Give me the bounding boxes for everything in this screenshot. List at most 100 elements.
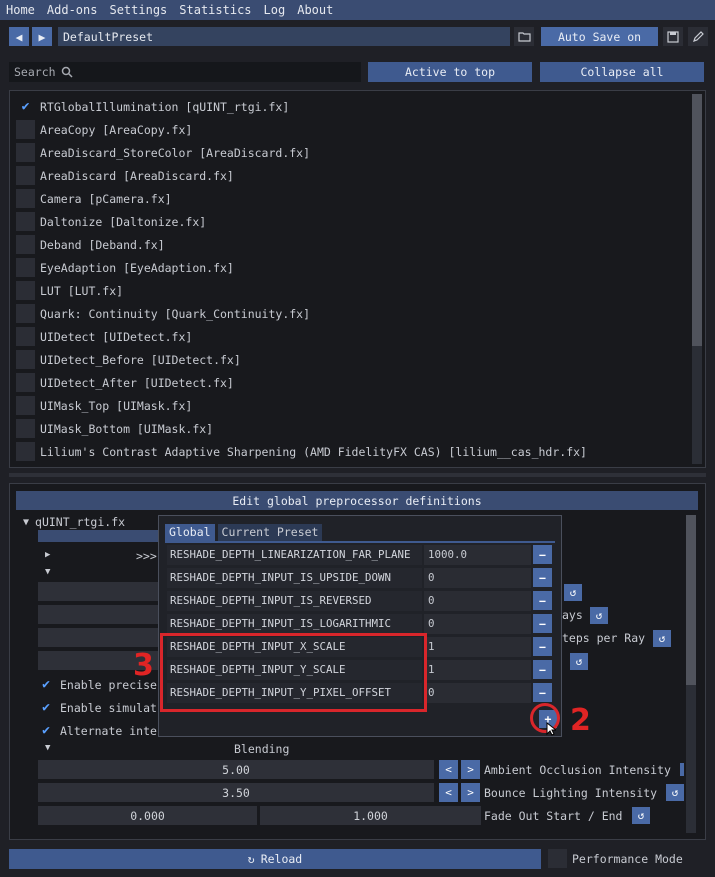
- increase-button[interactable]: >: [461, 760, 480, 779]
- reload-button[interactable]: ↻ Reload: [9, 849, 541, 869]
- remove-definition-button[interactable]: −: [533, 591, 552, 610]
- reset-icon[interactable]: ↺: [590, 607, 608, 624]
- definition-value-input[interactable]: 0: [424, 590, 531, 611]
- effect-list-item[interactable]: UIMask_Bottom [UIMask.fx]: [16, 418, 213, 439]
- effect-list-item[interactable]: Lilium's Contrast Adaptive Sharpening (A…: [16, 441, 587, 462]
- definition-value-input[interactable]: 1: [424, 636, 531, 657]
- alternate-intersection-checkbox[interactable]: ✔ Alternate inte: [38, 720, 157, 741]
- reset-icon[interactable]: ↺: [666, 784, 684, 801]
- active-to-top-button[interactable]: Active to top: [368, 62, 532, 82]
- fade-end-slider[interactable]: 1.000: [260, 806, 481, 825]
- decrease-button[interactable]: <: [439, 760, 458, 779]
- effect-checkbox[interactable]: [16, 327, 35, 346]
- save-icon[interactable]: [663, 27, 683, 46]
- blending-header[interactable]: Blending: [234, 742, 289, 756]
- effect-checkbox[interactable]: [16, 350, 35, 369]
- reset-icon[interactable]: ↺: [564, 584, 582, 601]
- definition-value-input[interactable]: 1000.0: [424, 544, 531, 565]
- definition-name-input[interactable]: RESHADE_DEPTH_INPUT_IS_REVERSED: [167, 590, 422, 611]
- setting-slider[interactable]: [38, 605, 158, 624]
- settings-scrollbar-thumb[interactable]: [686, 515, 696, 685]
- effect-list-item[interactable]: Camera [pCamera.fx]: [16, 188, 172, 209]
- reset-icon[interactable]: ↺: [570, 653, 588, 670]
- definition-name-input[interactable]: RESHADE_DEPTH_INPUT_IS_LOGARITHMIC: [167, 613, 422, 634]
- definition-name-input[interactable]: RESHADE_DEPTH_INPUT_IS_UPSIDE_DOWN: [167, 567, 422, 588]
- collapse-arrow-icon[interactable]: ▼: [45, 567, 50, 577]
- collapse-all-button[interactable]: Collapse all: [540, 62, 704, 82]
- definition-value-input[interactable]: 0: [424, 567, 531, 588]
- blending-arrow-icon[interactable]: ▼: [45, 743, 50, 753]
- remove-definition-button[interactable]: −: [533, 637, 552, 656]
- effect-list-item[interactable]: Quark: Continuity [Quark_Continuity.fx]: [16, 303, 310, 324]
- definition-value-input[interactable]: 1: [424, 659, 531, 680]
- effect-list-item[interactable]: AreaCopy [AreaCopy.fx]: [16, 119, 192, 140]
- menu-item[interactable]: Add-ons: [41, 3, 104, 17]
- effect-checkbox[interactable]: [16, 442, 35, 461]
- remove-definition-button[interactable]: −: [533, 545, 552, 564]
- effect-list-item[interactable]: AreaDiscard_StoreColor [AreaDiscard.fx]: [16, 142, 310, 163]
- setting-slider[interactable]: [38, 628, 158, 647]
- effect-list-item[interactable]: ✔ RTGlobalIllumination [qUINT_rtgi.fx]: [16, 96, 290, 117]
- effect-checkbox[interactable]: [16, 189, 35, 208]
- remove-definition-button[interactable]: −: [533, 660, 552, 679]
- settings-scrollbar[interactable]: [686, 515, 696, 833]
- expand-arrow-icon[interactable]: ▶: [45, 550, 50, 560]
- effects-scrollbar[interactable]: [692, 94, 702, 464]
- folder-icon[interactable]: [514, 27, 534, 46]
- effect-list-item[interactable]: AreaDiscard [AreaDiscard.fx]: [16, 165, 234, 186]
- effect-checkbox[interactable]: [16, 419, 35, 438]
- effect-checkbox[interactable]: [16, 396, 35, 415]
- performance-mode-checkbox[interactable]: [548, 849, 567, 868]
- menu-item[interactable]: Statistics: [173, 3, 257, 17]
- effects-scrollbar-thumb[interactable]: [692, 94, 702, 346]
- definition-value-input[interactable]: 0: [424, 613, 531, 634]
- enable-simulation-checkbox[interactable]: ✔ Enable simulat: [38, 697, 157, 718]
- next-preset-button[interactable]: ▶: [32, 27, 52, 46]
- effect-checkbox[interactable]: [16, 281, 35, 300]
- category-header[interactable]: [38, 530, 158, 542]
- search-input[interactable]: Search: [9, 62, 361, 82]
- tab-global[interactable]: Global: [165, 524, 215, 541]
- prev-preset-button[interactable]: ◀: [9, 27, 29, 46]
- effect-list-item[interactable]: UIDetect_After [UIDetect.fx]: [16, 372, 234, 393]
- definition-value-input[interactable]: 0: [424, 682, 531, 703]
- increase-button[interactable]: >: [461, 783, 480, 802]
- reset-icon[interactable]: ↺: [632, 807, 650, 824]
- effect-list-item[interactable]: Daltonize [Daltonize.fx]: [16, 211, 206, 232]
- menu-item[interactable]: Settings: [103, 3, 173, 17]
- effect-checkbox[interactable]: [16, 373, 35, 392]
- ao-intensity-slider[interactable]: 5.00: [38, 760, 434, 779]
- effect-list-item[interactable]: LUT [LUT.fx]: [16, 280, 123, 301]
- definition-name-input[interactable]: RESHADE_DEPTH_LINEARIZATION_FAR_PLANE: [167, 544, 422, 565]
- preset-path-input[interactable]: DefaultPreset: [58, 27, 510, 46]
- fade-start-slider[interactable]: 0.000: [38, 806, 257, 825]
- setting-slider[interactable]: [38, 582, 158, 601]
- effect-tree-node[interactable]: ▼ qUINT_rtgi.fx: [23, 515, 125, 529]
- effect-list-item[interactable]: UIDetect_Before [UIDetect.fx]: [16, 349, 241, 370]
- reset-icon[interactable]: ↺: [653, 630, 671, 647]
- effect-checkbox[interactable]: [16, 120, 35, 139]
- menu-item[interactable]: Log: [258, 3, 292, 17]
- effect-checkbox[interactable]: [16, 235, 35, 254]
- effect-list-item[interactable]: UIDetect [UIDetect.fx]: [16, 326, 192, 347]
- reset-icon[interactable]: [680, 763, 684, 776]
- edit-icon[interactable]: [688, 27, 708, 46]
- menu-item[interactable]: About: [291, 3, 339, 17]
- splitter[interactable]: [9, 473, 706, 477]
- decrease-button[interactable]: <: [439, 783, 458, 802]
- checkmark-icon[interactable]: ✔: [16, 97, 35, 116]
- remove-definition-button[interactable]: −: [533, 683, 552, 702]
- auto-save-button[interactable]: Auto Save on: [541, 27, 658, 46]
- effect-checkbox[interactable]: [16, 212, 35, 231]
- remove-definition-button[interactable]: −: [533, 568, 552, 587]
- effect-checkbox[interactable]: [16, 304, 35, 323]
- tab-current-preset[interactable]: Current Preset: [217, 524, 323, 541]
- menu-item[interactable]: Home: [0, 3, 41, 17]
- effect-list-item[interactable]: EyeAdaption [EyeAdaption.fx]: [16, 257, 234, 278]
- bounce-intensity-slider[interactable]: 3.50: [38, 783, 434, 802]
- edit-global-preprocessor-button[interactable]: Edit global preprocessor definitions: [16, 491, 698, 510]
- effect-list-item[interactable]: Deband [Deband.fx]: [16, 234, 165, 255]
- effect-list-item[interactable]: UIMask_Top [UIMask.fx]: [16, 395, 192, 416]
- remove-definition-button[interactable]: −: [533, 614, 552, 633]
- effect-checkbox[interactable]: [16, 258, 35, 277]
